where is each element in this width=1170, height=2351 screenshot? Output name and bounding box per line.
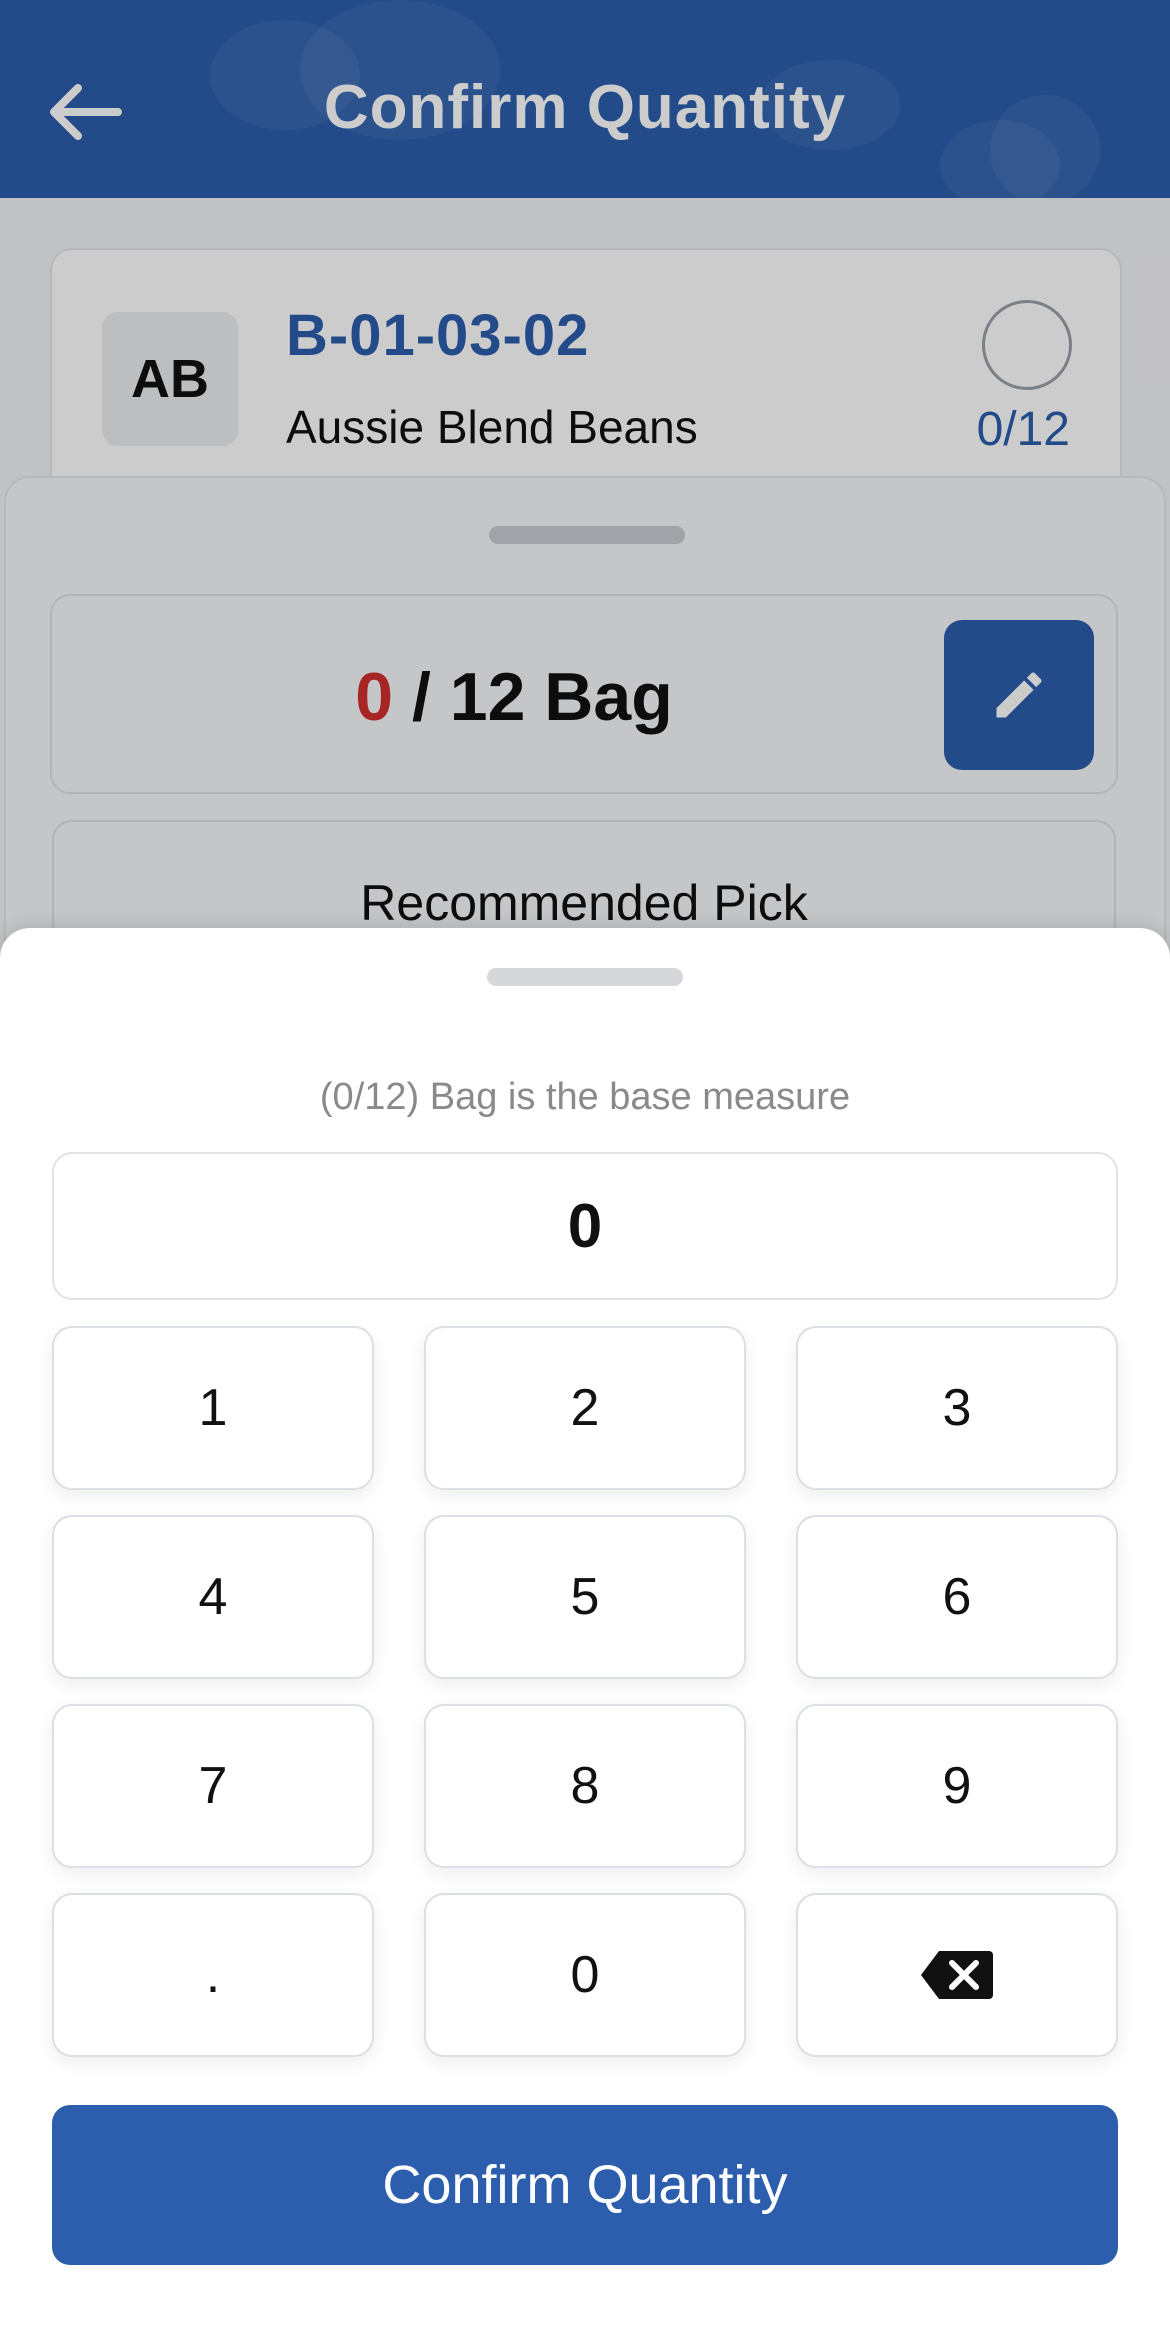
key-3[interactable]: 3 — [796, 1326, 1118, 1490]
key-6[interactable]: 6 — [796, 1515, 1118, 1679]
key-2[interactable]: 2 — [424, 1326, 746, 1490]
key-0[interactable]: 0 — [424, 1893, 746, 2057]
backspace-button[interactable] — [796, 1893, 1118, 2057]
backspace-icon — [921, 1951, 993, 1999]
keypad-sheet: (0/12) Bag is the base measure 0 1 2 3 4… — [0, 928, 1170, 2351]
sheet-handle[interactable] — [487, 968, 683, 986]
confirm-quantity-button[interactable]: Confirm Quantity — [52, 2105, 1118, 2265]
key-5[interactable]: 5 — [424, 1515, 746, 1679]
key-8[interactable]: 8 — [424, 1704, 746, 1868]
key-9[interactable]: 9 — [796, 1704, 1118, 1868]
key-7[interactable]: 7 — [52, 1704, 374, 1868]
base-measure-hint: (0/12) Bag is the base measure — [319, 1076, 851, 1118]
quantity-display: 0 — [52, 1152, 1118, 1300]
key-1[interactable]: 1 — [52, 1326, 374, 1490]
key-4[interactable]: 4 — [52, 1515, 374, 1679]
key-decimal[interactable]: . — [52, 1893, 374, 2057]
